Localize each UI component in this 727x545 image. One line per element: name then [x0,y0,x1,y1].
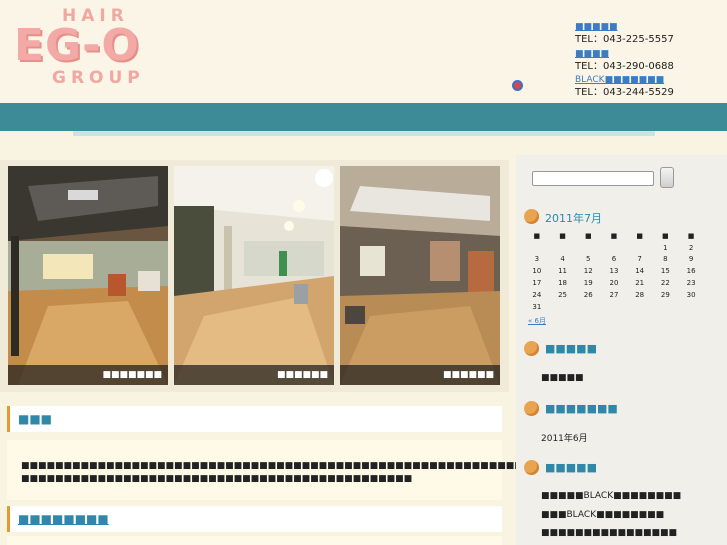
calendar-day: 28 [635,290,645,299]
calendar-day: 25 [558,290,568,299]
calendar-day: 16 [686,267,696,276]
salon-photo-3[interactable]: ■■■■■■ [340,166,500,385]
calendar-day: 11 [558,267,568,276]
recent-post-link[interactable]: ■■■BLACK■■■■■■■■ [541,510,664,520]
search-button[interactable] [660,167,674,188]
weekday-label: ■ [662,231,669,240]
calendar-day [575,242,601,254]
calendar-day: 21 [635,279,645,288]
intro-text-box: ■■■■■■■■■■■■■■■■■■■■■■■■■■■■■■■■■■■■■■■■… [7,440,676,500]
category-title: ■■■■■ [545,342,597,355]
bullet-icon [524,460,539,475]
calendar-day: 5 [586,255,591,264]
calendar-day: 15 [660,267,670,276]
store-link[interactable]: ■■■■■ [575,22,725,33]
weekday-label: ■ [636,231,643,240]
store-tel: TEL：043-225-5557 [575,34,674,45]
calendar-day: 3 [534,255,540,264]
calendar-day: 6 [611,255,617,264]
bullet-icon [524,401,539,416]
salon-interior-image [174,166,334,385]
archive-link[interactable]: 2011年6月 [541,431,588,444]
contact-item: ■■■■■ TEL：043-225-5557 [575,22,725,49]
calendar-day [550,242,576,254]
contact-item: ■■■■ TEL：043-290-0688 [575,49,725,76]
content-box [7,536,502,545]
salon-interior-image [340,166,500,385]
calendar-day: 19 [583,279,593,288]
section-heading: ■■■ [7,406,502,432]
site-logo[interactable]: HAIR EG-O GROUP [14,6,174,92]
weekday-label: ■ [584,231,592,240]
search-input[interactable] [532,171,654,186]
calendar-day: 2 [688,243,694,252]
calendar-day [601,301,627,313]
logo-group-text: GROUP [52,68,145,88]
site-header: HAIR EG-O GROUP ■■■■■ TEL：043-225-5557 ■… [0,0,727,103]
photo-caption: ■■■■■■ [174,365,334,385]
calendar: ■ ■ ■ ■ ■ ■ ■ 1 2 3 4 5 6 7 8 9 10 11 12… [524,230,704,313]
photo-caption: ■■■■■■■ [8,365,168,385]
calendar-day: 18 [558,279,568,288]
weekday-label: ■ [559,231,566,240]
recent-post-link[interactable]: ■■■■■BLACK■■■■■■■■ [541,491,681,501]
salon-photos: ■■■■■■■ ■■■■■■ ■■■■■■ [0,160,509,392]
weekday-label: ■ [610,231,618,240]
archive-title: ■■■■■■■ [545,402,618,415]
calendar-day [601,242,627,254]
bullet-icon [524,341,539,356]
salon-photo-1[interactable]: ■■■■■■■ [8,166,168,385]
calendar-day: 24 [532,290,542,299]
calendar-day: 7 [637,255,642,264]
calendar-day [524,242,550,254]
calendar-prev-link[interactable]: « 6月 [528,316,546,326]
calendar-day [678,301,704,313]
calendar-day: 12 [583,267,593,276]
calendar-day: 8 [663,255,668,264]
calendar-title: 2011年7月 [545,212,602,225]
global-nav [0,103,727,131]
nav-shadow [73,131,655,136]
contact-item: BLACK■■■■■■■ TEL：043-244-5529 [575,75,725,102]
calendar-day: 14 [635,267,645,276]
calendar-day [653,301,679,313]
logo-main-text: EG-O [14,20,140,71]
calendar-day: 26 [583,290,593,299]
calendar-day: 22 [660,279,670,288]
recent-post-link[interactable]: ■■■■■■■■■■■■■■■■ [541,528,677,538]
weekday-label: ■ [533,231,541,240]
intro-paragraph: ■■■■■■■■■■■■■■■■■■■■■■■■■■■■■■■■■■■■■■■■… [21,461,676,471]
calendar-day: 1 [663,243,668,252]
calendar-day: 17 [532,279,542,288]
store-contacts: ■■■■■ TEL：043-225-5557 ■■■■ TEL：043-290-… [575,22,725,102]
calendar-day [627,301,653,313]
calendar-day [575,301,601,313]
calendar-day: 20 [609,279,619,288]
recent-title: ■■■■■ [545,461,597,474]
calendar-day: 31 [532,302,542,311]
calendar-day: 29 [660,290,670,299]
store-link[interactable]: ■■■■ [575,49,725,60]
calendar-day: 10 [532,267,542,276]
store-tel: TEL：043-244-5529 [575,87,674,98]
calendar-day [627,242,653,254]
bullet-icon [524,209,539,224]
lock-icon [512,80,523,91]
salon-photo-2[interactable]: ■■■■■■ [174,166,334,385]
calendar-day: 4 [560,255,565,264]
calendar-day: 23 [686,279,696,288]
store-tel: TEL：043-290-0688 [575,60,674,72]
calendar-day: 30 [686,290,696,299]
calendar-day [550,301,576,313]
intro-paragraph: ■■■■■■■■■■■■■■■■■■■■■■■■■■■■■■■■■■■■■■■■… [21,474,413,484]
photo-caption: ■■■■■■ [340,365,500,385]
salon-interior-image [8,166,168,385]
calendar-day: 13 [609,267,619,276]
calendar-day: 27 [609,290,619,299]
category-link[interactable]: ■■■■■ [541,373,584,383]
section-heading-link[interactable]: ■■■■■■■■ [7,506,502,532]
calendar-day: 9 [688,255,694,264]
weekday-label: ■ [687,231,695,240]
store-link[interactable]: BLACK■■■■■■■ [575,75,725,86]
